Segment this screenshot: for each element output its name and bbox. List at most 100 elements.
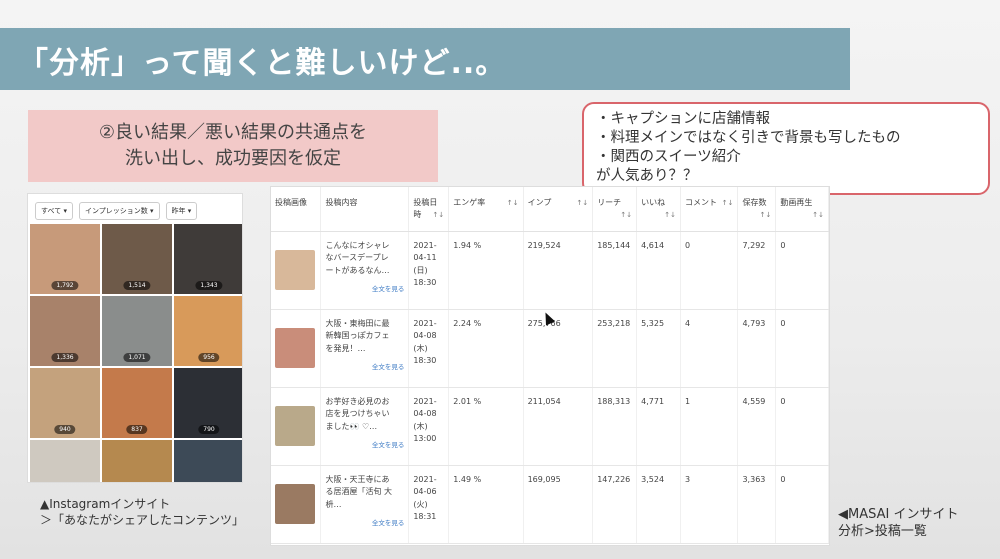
sort-arrows-icon[interactable]: ↑↓ xyxy=(433,209,445,221)
hypothesis-line-2: 洗い出し、成功要因を仮定 xyxy=(125,148,341,169)
column-header[interactable]: コメント ↑↓ xyxy=(680,187,739,232)
ig-post-tile[interactable]: 768 xyxy=(174,440,242,482)
cell-likes: 3,524 xyxy=(636,465,681,544)
ig-impression-count: 1,343 xyxy=(195,281,223,290)
column-header[interactable]: 投稿日時 ↑↓ xyxy=(408,187,450,232)
sort-arrows-icon[interactable]: ↑↓ xyxy=(620,209,632,221)
ig-impression-count: 1,071 xyxy=(123,353,151,362)
cell-video: 0 xyxy=(775,465,829,544)
ig-post-tile[interactable]: 779 xyxy=(102,440,172,482)
ig-post-tile[interactable]: 940 xyxy=(30,368,100,438)
table-row[interactable]: こんなにオシャレなバースデープレートがあるなん… 全文を見る 2021-04-11 … xyxy=(271,231,829,310)
cell-reach: 188,313 xyxy=(592,387,638,466)
ig-impression-count: 940 xyxy=(54,425,76,434)
ig-filter-metric[interactable]: インプレッション数 ▾ xyxy=(78,202,160,220)
cell-date: 2021-04-08 (木) 13:00 xyxy=(408,387,450,466)
ig-post-tile[interactable]: 1,792 xyxy=(30,224,100,294)
hypothesis-line-1: ②良い結果／悪い結果の共通点を xyxy=(98,122,368,143)
sort-arrows-icon[interactable]: ↑↓ xyxy=(576,197,588,209)
cell-date: 2021-04-08 (木) 18:30 xyxy=(408,309,450,388)
ig-post-tile[interactable]: 1,514 xyxy=(102,224,172,294)
post-caption: 大阪・天王寺にある居酒屋「活旬 大枡… xyxy=(325,474,393,509)
cell-comments: 0 xyxy=(680,231,739,310)
cell-saves: 3,363 xyxy=(737,465,777,544)
post-caption: 大阪・東梅田に最新韓国っぽカフェを発見！… xyxy=(325,318,390,353)
post-thumbnail[interactable] xyxy=(275,483,315,524)
column-header[interactable]: リーチ ↑↓ xyxy=(592,187,638,232)
cell-reach: 147,226 xyxy=(592,465,638,544)
cell-date: 2021-04-11 (日) 18:30 xyxy=(408,231,450,310)
column-header[interactable]: エンゲ率 ↑↓ xyxy=(448,187,524,232)
column-header-label: 投稿画像 xyxy=(275,198,307,207)
cell-saves: 7,292 xyxy=(737,231,777,310)
cell-reach: 185,144 xyxy=(592,231,638,310)
ig-post-tile[interactable]: 1,343 xyxy=(174,224,242,294)
column-header-label: 動画再生 xyxy=(780,198,813,207)
table-row[interactable]: 大阪・天王寺にある居酒屋「活旬 大枡… 全文を見る 2021-04-06 (火) 1… xyxy=(271,465,829,544)
post-thumbnail[interactable] xyxy=(275,405,315,446)
cell-reach: 253,218 xyxy=(592,309,638,388)
title-bar: 「分析」って聞くと難しいけど..。 xyxy=(0,28,850,90)
post-image-cell xyxy=(271,231,322,310)
column-header[interactable]: 保存数 ↑↓ xyxy=(737,187,777,232)
ig-post-tile[interactable]: 956 xyxy=(174,296,242,366)
cell-likes: 4,771 xyxy=(636,387,681,466)
column-header[interactable]: いいね ↑↓ xyxy=(636,187,681,232)
ig-impression-count: 790 xyxy=(198,425,220,434)
callout-line: ・関西のスイーツ紹介 xyxy=(596,149,741,165)
sort-arrows-icon[interactable]: ↑↓ xyxy=(812,209,824,221)
callout-line: が人気あり？？ xyxy=(596,168,698,184)
ig-post-tile[interactable]: 787 xyxy=(30,440,100,482)
sort-arrows-icon[interactable]: ↑↓ xyxy=(760,209,772,221)
ig-post-tile[interactable]: 790 xyxy=(174,368,242,438)
callout-line: ・キャプションに店舗情報 xyxy=(596,111,770,127)
cell-eng: 2.01 % xyxy=(448,387,524,466)
posts-table-panel: 投稿画像 投稿内容 投稿日時 ↑↓ エンゲ率 ↑↓ インプ ↑↓ リーチ ↑↓ いいね ↑↓ コメント ↑… xyxy=(270,186,830,546)
show-full-text-link[interactable]: 全文を見る xyxy=(325,439,405,452)
column-header-label: エンゲ率 xyxy=(453,198,486,207)
sort-arrows-icon[interactable]: ↑↓ xyxy=(507,197,519,209)
column-header-label: 保存数 xyxy=(742,198,767,207)
post-content-cell: 大阪・東梅田に最新韓国っぽカフェを発見！… 全文を見る xyxy=(320,309,410,388)
post-thumbnail[interactable] xyxy=(275,249,315,290)
ig-impression-count: 837 xyxy=(126,425,148,434)
cell-eng: 2.24 % xyxy=(448,309,524,388)
ig-caption-line-1: ▲Instagramインサイト xyxy=(40,497,171,511)
ig-post-tile[interactable]: 1,336 xyxy=(30,296,100,366)
table-header-row: 投稿画像 投稿内容 投稿日時 ↑↓ エンゲ率 ↑↓ インプ ↑↓ リーチ ↑↓ いいね ↑↓ コメント ↑… xyxy=(271,187,829,232)
ig-post-tile[interactable]: 1,071 xyxy=(102,296,172,366)
column-header: 投稿画像 xyxy=(271,187,322,232)
masai-caption-line-1: ◀MASAI インサイト xyxy=(838,507,959,522)
cell-eng: 1.49 % xyxy=(448,465,524,544)
sort-arrows-icon[interactable]: ↑↓ xyxy=(664,209,676,221)
show-full-text-link[interactable]: 全文を見る xyxy=(325,283,405,296)
post-caption: こんなにオシャレなバースデープレートがあるなん… xyxy=(325,240,390,275)
column-header-label: コメント xyxy=(684,198,717,207)
insight-callout: ・キャプションに店舗情報 ・料理メインではなく引きで背景も写したもの ・関西のス… xyxy=(582,102,990,195)
column-header[interactable]: インプ ↑↓ xyxy=(523,187,594,232)
ig-impression-count: 956 xyxy=(198,353,220,362)
post-content-cell: こんなにオシャレなバースデープレートがあるなん… 全文を見る xyxy=(320,231,410,310)
column-header[interactable]: 動画再生 ↑↓ xyxy=(775,187,829,232)
ig-post-tile[interactable]: 837 xyxy=(102,368,172,438)
ig-caption-line-2: ＞「あなたがシェアしたコンテンツ」 xyxy=(40,513,245,527)
ig-filter-period[interactable]: 昨年 ▾ xyxy=(165,202,198,220)
column-header-label: いいね xyxy=(641,198,666,207)
cell-date: 2021-04-06 (火) 18:31 xyxy=(408,465,450,544)
post-thumbnail[interactable] xyxy=(275,327,315,368)
sort-arrows-icon[interactable]: ↑↓ xyxy=(722,197,734,209)
ig-filter-type[interactable]: すべて ▾ xyxy=(35,202,73,220)
slide-title: 「分析」って聞くと難しいけど..。 xyxy=(18,46,507,81)
instagram-insight-panel: すべて ▾ インプレッション数 ▾ 昨年 ▾ 1,792 1,514 1,343 1,… xyxy=(27,193,243,483)
show-full-text-link[interactable]: 全文を見る xyxy=(325,517,405,530)
cell-likes: 4,614 xyxy=(636,231,681,310)
column-header-label: リーチ xyxy=(597,198,622,207)
table-row[interactable]: お芋好き必見のお店を見つけちゃいました👀 ♡… 全文を見る 2021-04-08 (… xyxy=(271,387,829,466)
ig-caption: ▲Instagramインサイト ＞「あなたがシェアしたコンテンツ」 xyxy=(40,496,244,528)
post-content-cell: お芋好き必見のお店を見つけちゃいました👀 ♡… 全文を見る xyxy=(320,387,410,466)
show-full-text-link[interactable]: 全文を見る xyxy=(325,361,405,374)
cell-imp: 211,054 xyxy=(523,387,594,466)
cell-saves: 4,559 xyxy=(737,387,777,466)
cell-eng: 1.94 % xyxy=(448,231,524,310)
cell-video: 0 xyxy=(775,387,829,466)
